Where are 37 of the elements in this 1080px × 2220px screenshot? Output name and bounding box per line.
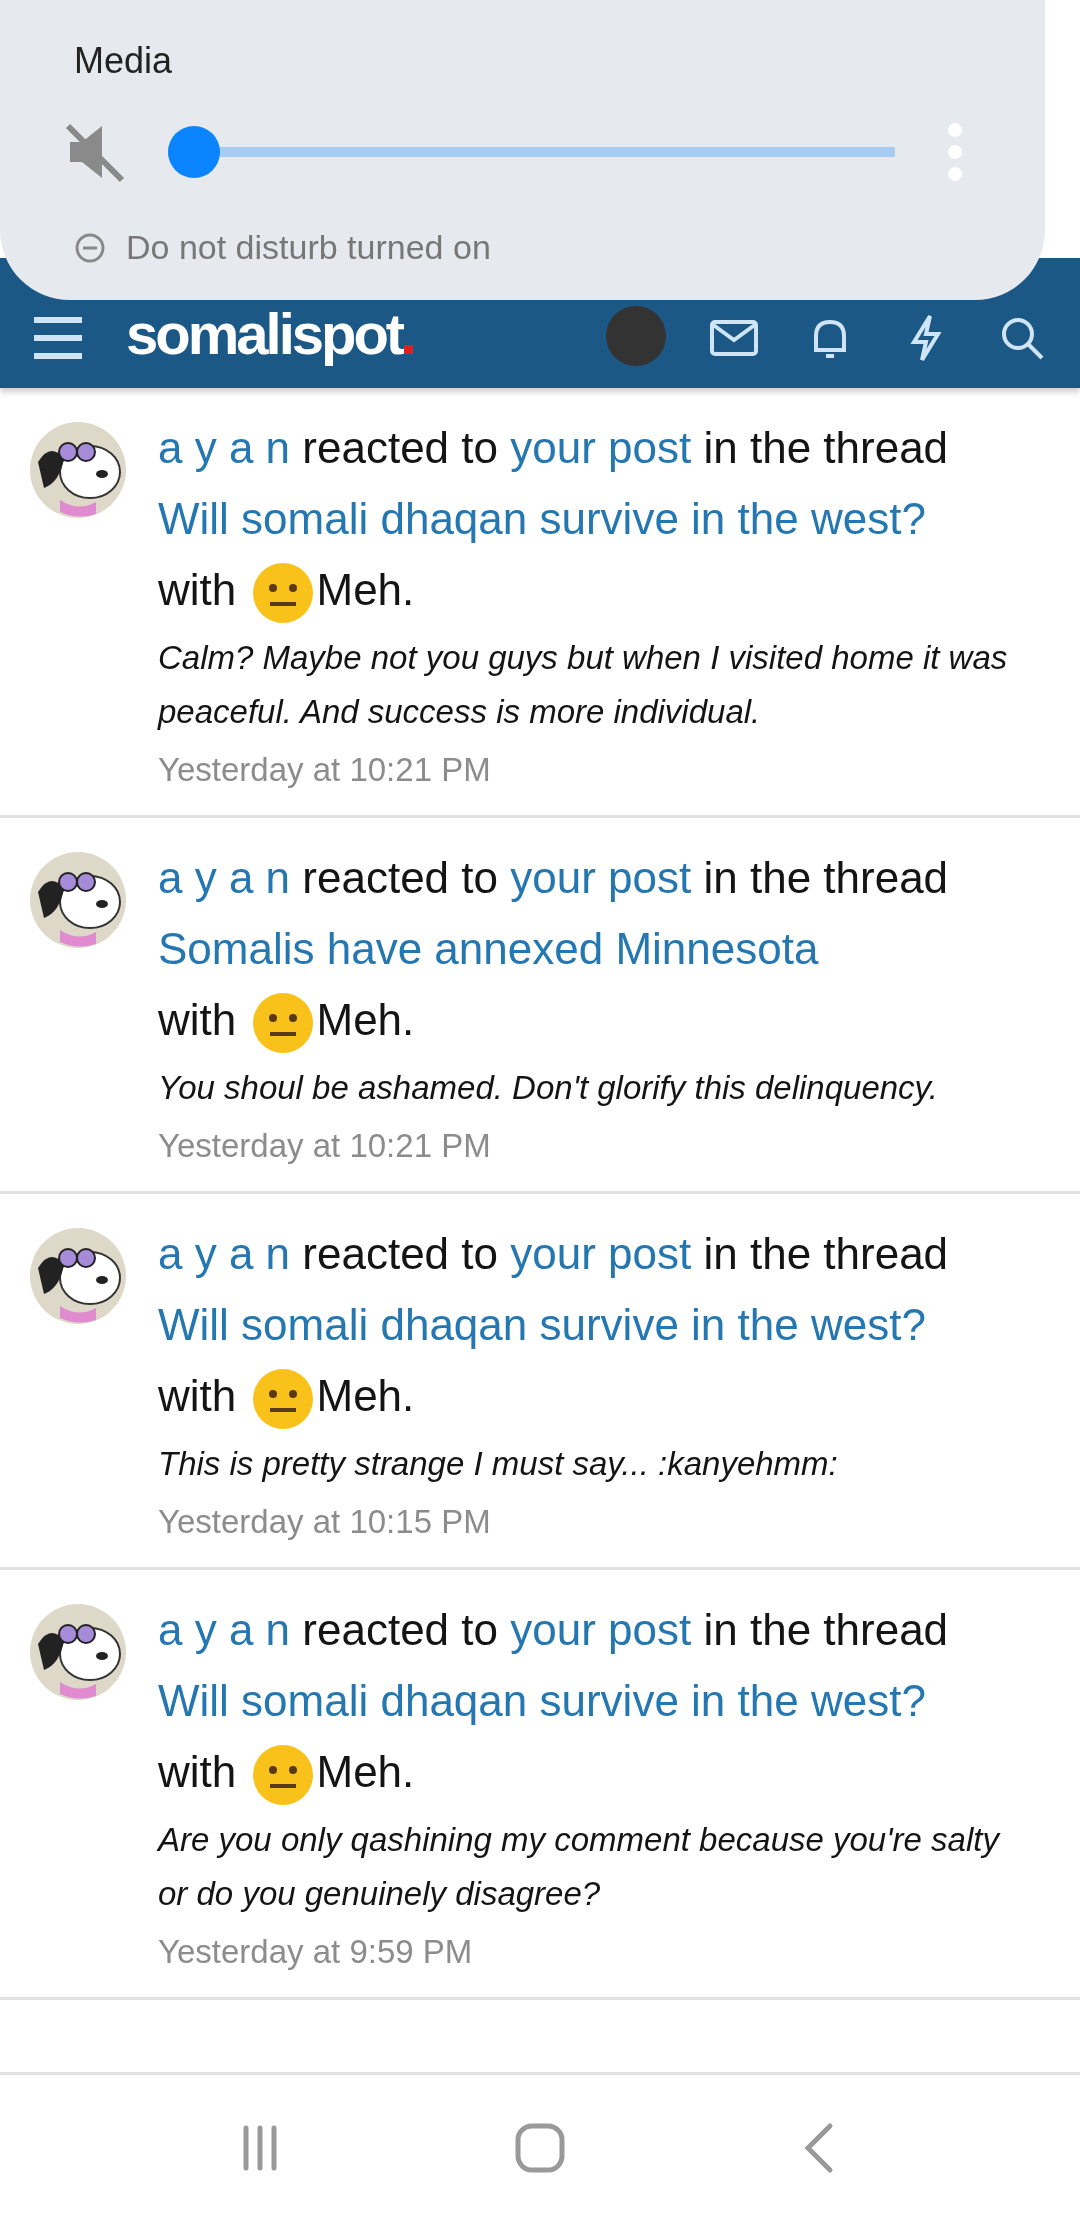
post-link[interactable]: your post [510,853,692,902]
thread-link[interactable]: Will somali dhaqan survive in the west? [158,494,926,543]
site-logo[interactable]: somalispot [126,302,403,366]
avatar-icon[interactable] [30,1228,126,1324]
avatar-icon[interactable] [30,422,126,518]
timestamp: Yesterday at 10:15 PM [158,1503,492,1541]
neutral-face-icon [252,1744,315,1807]
post-link[interactable]: your post [510,1229,692,1278]
user-link[interactable]: a y a n [158,423,291,472]
thread-link[interactable]: Will somali dhaqan survive in the west? [158,1300,926,1349]
quote-text: Are you only qashining my comment because you're salty or do you genuinely disagree? [158,1820,1002,1914]
do-not-disturb-icon [74,231,106,264]
neutral-face-icon [252,992,315,1055]
user-link[interactable]: a y a n [158,1605,291,1654]
user-link[interactable]: a y a n [158,853,291,902]
notification-text: a y a n reacted to your post in the thread Will somali dhaqan survive in the west? with Meh. [158,1218,1028,1431]
notification-text: a y a n reacted to your post in the thread Somalis have annexed Minnesota with Meh. [158,842,1028,1055]
notice-text: Do not disturb turned on [126,228,491,267]
quote-text: This is pretty strange I must say... :kanyehmm: [158,1444,839,1484]
notification-text: a y a n reacted to your post in the thread Will somali dhaqan survive in the west? with Meh. [158,412,1028,625]
thread-link[interactable]: Somalis have annexed Minnesota [158,924,819,973]
quote-text: You shoul be ashamed. Don't glorify this delinquency. [158,1068,939,1108]
user-link[interactable]: a y a n [158,1229,291,1278]
panel-title: Media [74,40,174,82]
post-link[interactable]: your post [510,423,692,472]
avatar-icon[interactable] [30,852,126,948]
notification-text: a y a n reacted to your post in the thread Will somali dhaqan survive in the west? with Meh. [158,1594,1028,1807]
thread-link[interactable]: Will somali dhaqan survive in the west? [158,1676,926,1725]
slider-thumb[interactable] [168,126,220,178]
post-link[interactable]: your post [510,1605,692,1654]
neutral-face-icon [252,562,315,625]
timestamp: Yesterday at 9:59 PM [158,1933,474,1971]
timestamp: Yesterday at 10:21 PM [158,751,492,789]
timestamp: Yesterday at 10:21 PM [158,1127,492,1165]
quote-text: Calm? Maybe not you guys but when I visited home it was peaceful. And success is more individual. [158,638,1009,732]
avatar-icon[interactable] [30,1604,126,1700]
neutral-face-icon [252,1368,315,1431]
